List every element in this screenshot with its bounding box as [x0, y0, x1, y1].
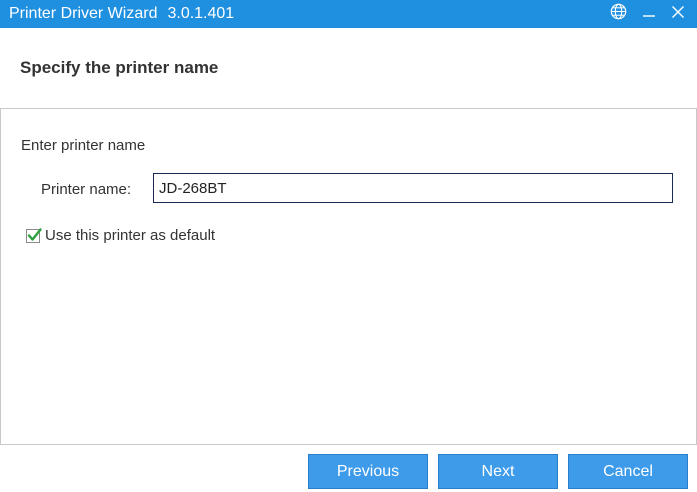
previous-button[interactable]: Previous: [308, 454, 428, 489]
window-title: Printer Driver Wizard 3.0.1.401: [9, 5, 234, 23]
wizard-content-panel: Enter printer name Printer name: Use thi…: [0, 109, 697, 445]
cancel-button[interactable]: Cancel: [568, 454, 688, 489]
checkbox-box[interactable]: [26, 227, 42, 243]
window-version: 3.0.1.401: [167, 5, 235, 22]
title-bar[interactable]: Printer Driver Wizard 3.0.1.401: [0, 0, 697, 28]
minimize-icon: [642, 5, 656, 24]
minimize-button[interactable]: [638, 3, 660, 25]
next-button[interactable]: Next: [438, 454, 558, 489]
language-button[interactable]: [607, 3, 629, 25]
close-button[interactable]: [667, 3, 689, 25]
printer-driver-wizard-window: Printer Driver Wizard 3.0.1.401 Specify …: [0, 0, 697, 492]
printer-name-label: Printer name:: [41, 181, 132, 198]
close-icon: [671, 5, 685, 24]
default-printer-label: Use this printer as default: [45, 227, 216, 244]
window-title-text: Printer Driver Wizard: [9, 5, 158, 22]
section-label: Enter printer name: [21, 137, 146, 154]
page-title: Specify the printer name: [20, 58, 219, 77]
globe-icon: [610, 3, 627, 25]
default-printer-checkbox[interactable]: Use this printer as default: [26, 227, 215, 244]
printer-name-input[interactable]: [153, 173, 673, 203]
wizard-header: Specify the printer name: [0, 28, 697, 109]
